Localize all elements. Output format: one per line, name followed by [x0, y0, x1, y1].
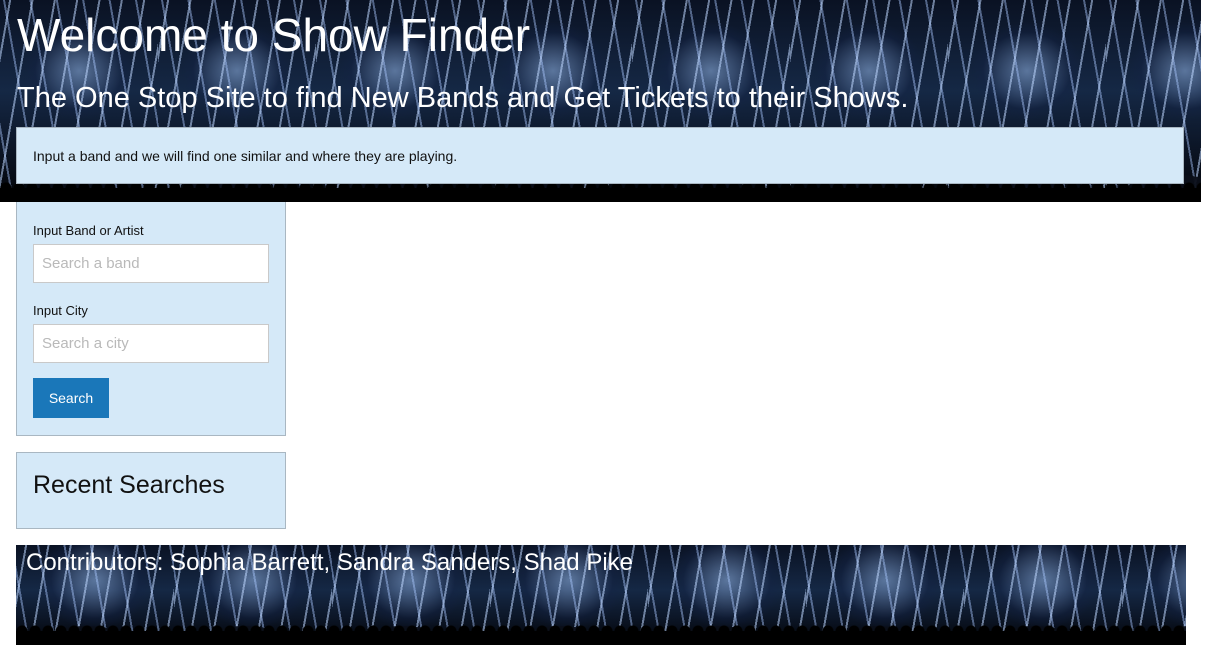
hero-banner: Welcome to Show Finder The One Stop Site… [0, 0, 1201, 202]
search-button[interactable]: Search [33, 378, 109, 418]
recent-searches-panel: Recent Searches [16, 452, 286, 529]
band-search-input[interactable] [33, 244, 269, 283]
search-panel: Input Band or Artist Input City Search [16, 202, 286, 436]
city-label: Input City [33, 303, 88, 318]
band-label: Input Band or Artist [33, 223, 144, 238]
intro-box: Input a band and we will find one simila… [16, 127, 1184, 184]
footer-banner: Contributors: Sophia Barrett, Sandra San… [16, 545, 1186, 645]
recent-searches-title: Recent Searches [33, 471, 225, 499]
contributors-text: Contributors: Sophia Barrett, Sandra San… [26, 549, 634, 576]
footer-crowd-image [16, 623, 1186, 645]
city-search-input[interactable] [33, 324, 269, 363]
page-subtitle: The One Stop Site to find New Bands and … [17, 82, 909, 114]
page-title: Welcome to Show Finder [17, 9, 531, 61]
intro-text: Input a band and we will find one simila… [33, 147, 458, 164]
